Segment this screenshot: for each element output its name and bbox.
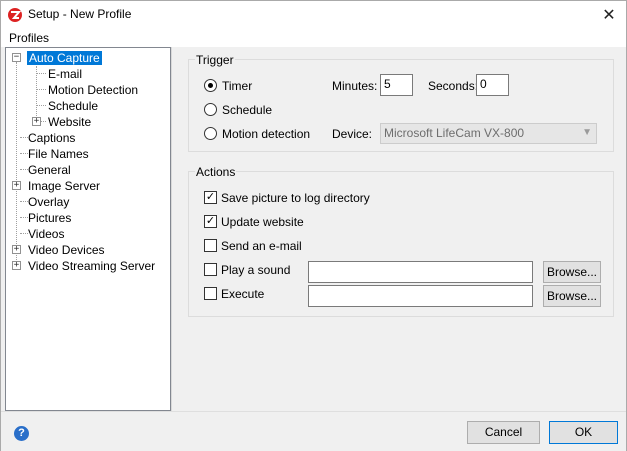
- tree-item-label: Video Streaming Server: [28, 259, 156, 273]
- play-sound-label: Play a sound: [221, 263, 291, 277]
- menu-bar: Profiles: [1, 29, 626, 47]
- tree-item-email[interactable]: E-mail: [48, 66, 82, 82]
- expand-icon[interactable]: +: [12, 181, 21, 190]
- tree-line: [20, 217, 28, 218]
- schedule-radio[interactable]: [204, 103, 217, 116]
- tree-item-pictures[interactable]: Pictures: [28, 210, 71, 226]
- tree-item-label: Videos: [28, 227, 65, 241]
- device-select-value: Microsoft LifeCam VX-800: [384, 126, 525, 140]
- tree-item-general[interactable]: General: [28, 162, 71, 178]
- seconds-label: Seconds:: [428, 79, 479, 93]
- window-title: Setup - New Profile: [28, 7, 132, 21]
- tree-item-overlay[interactable]: Overlay: [28, 194, 69, 210]
- tree-item-label: Pictures: [28, 211, 72, 225]
- title-bar[interactable]: Setup - New Profile ✕: [1, 1, 626, 29]
- tree-item-label: Website: [48, 115, 92, 129]
- tree-item-label: General: [28, 163, 71, 177]
- save-picture-checkbox[interactable]: ✓: [204, 191, 217, 204]
- trigger-group-label: Trigger: [195, 53, 235, 67]
- check-icon: ✓: [205, 191, 216, 203]
- tree-line: [36, 73, 46, 74]
- tree-item-label: Video Devices: [28, 243, 105, 257]
- cancel-button[interactable]: Cancel: [467, 421, 540, 444]
- tree-item-video-devices[interactable]: Video Devices: [28, 242, 105, 258]
- timer-label: Timer: [222, 79, 253, 93]
- sound-file-input[interactable]: [308, 261, 533, 283]
- expand-icon[interactable]: +: [12, 245, 21, 254]
- tree-line: [36, 105, 46, 106]
- tree-item-label: Auto Capture: [27, 51, 102, 65]
- execute-file-input[interactable]: [308, 285, 533, 307]
- expand-icon[interactable]: +: [12, 261, 21, 270]
- tree-item-video-streaming-server[interactable]: Video Streaming Server: [28, 258, 155, 274]
- minutes-input[interactable]: 5: [380, 74, 413, 96]
- tree-item-label: Motion Detection: [48, 83, 139, 97]
- app-logo-icon: [8, 8, 22, 22]
- tree-item-auto-capture[interactable]: Auto Capture: [27, 50, 102, 66]
- tree-item-schedule[interactable]: Schedule: [48, 98, 98, 114]
- minutes-label: Minutes:: [332, 79, 378, 93]
- close-icon: ✕: [602, 7, 616, 24]
- tree-item-label: E-mail: [48, 67, 83, 81]
- check-icon: ✓: [205, 215, 216, 227]
- actions-group-label: Actions: [195, 165, 237, 179]
- collapse-icon[interactable]: −: [12, 53, 21, 62]
- seconds-input[interactable]: 0: [476, 74, 509, 96]
- help-icon[interactable]: ?: [14, 426, 29, 441]
- save-picture-label: Save picture to log directory: [221, 191, 370, 205]
- browse-execute-button[interactable]: Browse...: [543, 285, 601, 307]
- tree-line: [16, 62, 17, 268]
- tree-line: [20, 153, 28, 154]
- update-website-label: Update website: [221, 215, 304, 229]
- send-email-label: Send an e-mail: [221, 239, 302, 253]
- tree-line: [20, 201, 28, 202]
- ok-button[interactable]: OK: [549, 421, 618, 444]
- setup-window: Setup - New Profile ✕ Profiles − + + + +…: [0, 0, 627, 451]
- tree-item-file-names[interactable]: File Names: [28, 146, 89, 162]
- tree-line: [20, 137, 28, 138]
- play-sound-checkbox[interactable]: [204, 263, 217, 276]
- tree-line: [20, 169, 28, 170]
- update-website-checkbox[interactable]: ✓: [204, 215, 217, 228]
- tree-item-website[interactable]: Website: [48, 114, 91, 130]
- tree-item-image-server[interactable]: Image Server: [28, 178, 100, 194]
- panel-divider[interactable]: [171, 47, 172, 411]
- tree-line: [20, 233, 28, 234]
- tree-item-label: File Names: [28, 147, 89, 161]
- settings-tree[interactable]: − + + + + Auto Capture E-mail Motion Det…: [5, 47, 171, 411]
- timer-radio[interactable]: [204, 79, 217, 92]
- tree-line: [36, 66, 37, 122]
- tree-item-label: Schedule: [48, 99, 99, 113]
- close-button[interactable]: ✕: [592, 1, 626, 29]
- tree-item-label: Captions: [28, 131, 76, 145]
- tree-line: [36, 89, 46, 90]
- device-select[interactable]: Microsoft LifeCam VX-800 ▼: [380, 123, 597, 144]
- schedule-label: Schedule: [222, 103, 273, 117]
- motion-detection-label: Motion detection: [222, 127, 311, 141]
- tree-item-videos[interactable]: Videos: [28, 226, 64, 242]
- bottom-bar: ? Cancel OK: [1, 411, 626, 451]
- chevron-down-icon: ▼: [582, 127, 592, 138]
- menu-profiles[interactable]: Profiles: [9, 31, 49, 45]
- tree-item-label: Overlay: [28, 195, 70, 209]
- tree-item-label: Image Server: [28, 179, 101, 193]
- expand-icon[interactable]: +: [32, 117, 41, 126]
- execute-label: Execute: [221, 287, 265, 301]
- device-label: Device:: [332, 127, 373, 141]
- tree-item-captions[interactable]: Captions: [28, 130, 75, 146]
- send-email-checkbox[interactable]: [204, 239, 217, 252]
- motion-detection-radio[interactable]: [204, 127, 217, 140]
- execute-checkbox[interactable]: [204, 287, 217, 300]
- browse-sound-button[interactable]: Browse...: [543, 261, 601, 283]
- tree-item-motion-detection[interactable]: Motion Detection: [48, 82, 138, 98]
